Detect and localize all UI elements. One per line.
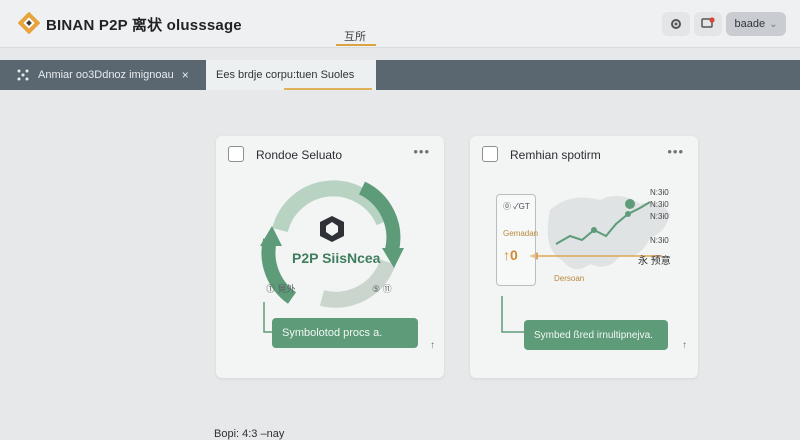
- cycle-diagram: [260, 180, 404, 308]
- card-rondoe: Rondoe Seluato ••• P2P SiisNcea ⓵ 晃外 ⑤ ⑪…: [216, 136, 444, 378]
- map-label: N:3i0: [650, 236, 669, 245]
- map-label: N:3i0: [650, 200, 669, 209]
- close-icon[interactable]: ×: [182, 68, 189, 82]
- user-menu-button[interactable]: baade ⌄: [726, 12, 786, 36]
- map-label: N:3i0: [650, 212, 669, 221]
- gear-icon: [671, 19, 681, 29]
- connector-line: [501, 296, 524, 333]
- card-checkbox[interactable]: [228, 146, 244, 162]
- card-title: Rondoe Seluato: [256, 148, 343, 162]
- card-remhian: Remhian spotirm ••• ⓪ ✓GT Gemadan ↑0 Der…: [470, 136, 698, 378]
- tab-label: Ees brdje corpu:tuen Suoles: [216, 69, 355, 81]
- panel-top-text: ⓪ ✓GT: [503, 202, 530, 211]
- panel-bottom-text: Dersoan: [554, 274, 585, 283]
- user-name: baade: [734, 18, 766, 30]
- map-label: 永 预意: [638, 256, 671, 267]
- card-checkbox[interactable]: [482, 146, 498, 162]
- arrow-up-icon: ↑: [430, 340, 435, 351]
- tab-main[interactable]: 互所: [344, 28, 366, 44]
- chevron-down-icon: ⌄: [769, 18, 778, 30]
- binance-logo-icon: [18, 12, 40, 34]
- more-icon[interactable]: •••: [413, 144, 430, 159]
- settings-button[interactable]: [662, 12, 690, 36]
- diagram-right-caption: ⑤ ⑪: [372, 284, 392, 294]
- active-tab-indicator: [284, 88, 372, 90]
- more-icon[interactable]: •••: [667, 144, 684, 159]
- action-button[interactable]: Symbed ßred irnultipnejva.: [524, 320, 668, 350]
- arrow-up-icon: ↑: [682, 340, 687, 351]
- tab-ees-brdje[interactable]: Ees brdje corpu:tuen Suoles: [206, 60, 376, 90]
- diagram-left-caption: ⓵ 晃外: [266, 284, 296, 294]
- diagram-center-label: P2P SiisNcea: [292, 250, 381, 266]
- tab-anmiar[interactable]: Anmiar oo3Ddnoz imignoau ×: [6, 60, 202, 90]
- info-panel: ⓪ ✓GT Gemadan ↑0: [496, 194, 539, 286]
- grid-icon: [17, 69, 29, 81]
- message-icon: [701, 17, 715, 28]
- tab-bar: Anmiar oo3Ddnoz imignoau × Ees brdje cor…: [0, 60, 800, 90]
- top-bar: BINAN P2P 离状 olusssage 互所 baade ⌄: [0, 0, 800, 48]
- card-title: Remhian spotirm: [510, 148, 601, 162]
- notifications-button[interactable]: [694, 12, 722, 36]
- action-button[interactable]: Symbolotod procs a.: [272, 318, 418, 348]
- map-label: N:3i0: [650, 188, 669, 197]
- tab-main-indicator: [336, 44, 376, 46]
- tab-label: Anmiar oo3Ddnoz imignoau: [38, 69, 174, 81]
- app-title: BINAN P2P 离状 olusssage: [46, 17, 242, 34]
- footer-status: Bopi: 4:3 –nay: [214, 428, 285, 440]
- panel-value: ↑0: [503, 247, 518, 263]
- panel-mid-text: Gemadan: [503, 229, 539, 238]
